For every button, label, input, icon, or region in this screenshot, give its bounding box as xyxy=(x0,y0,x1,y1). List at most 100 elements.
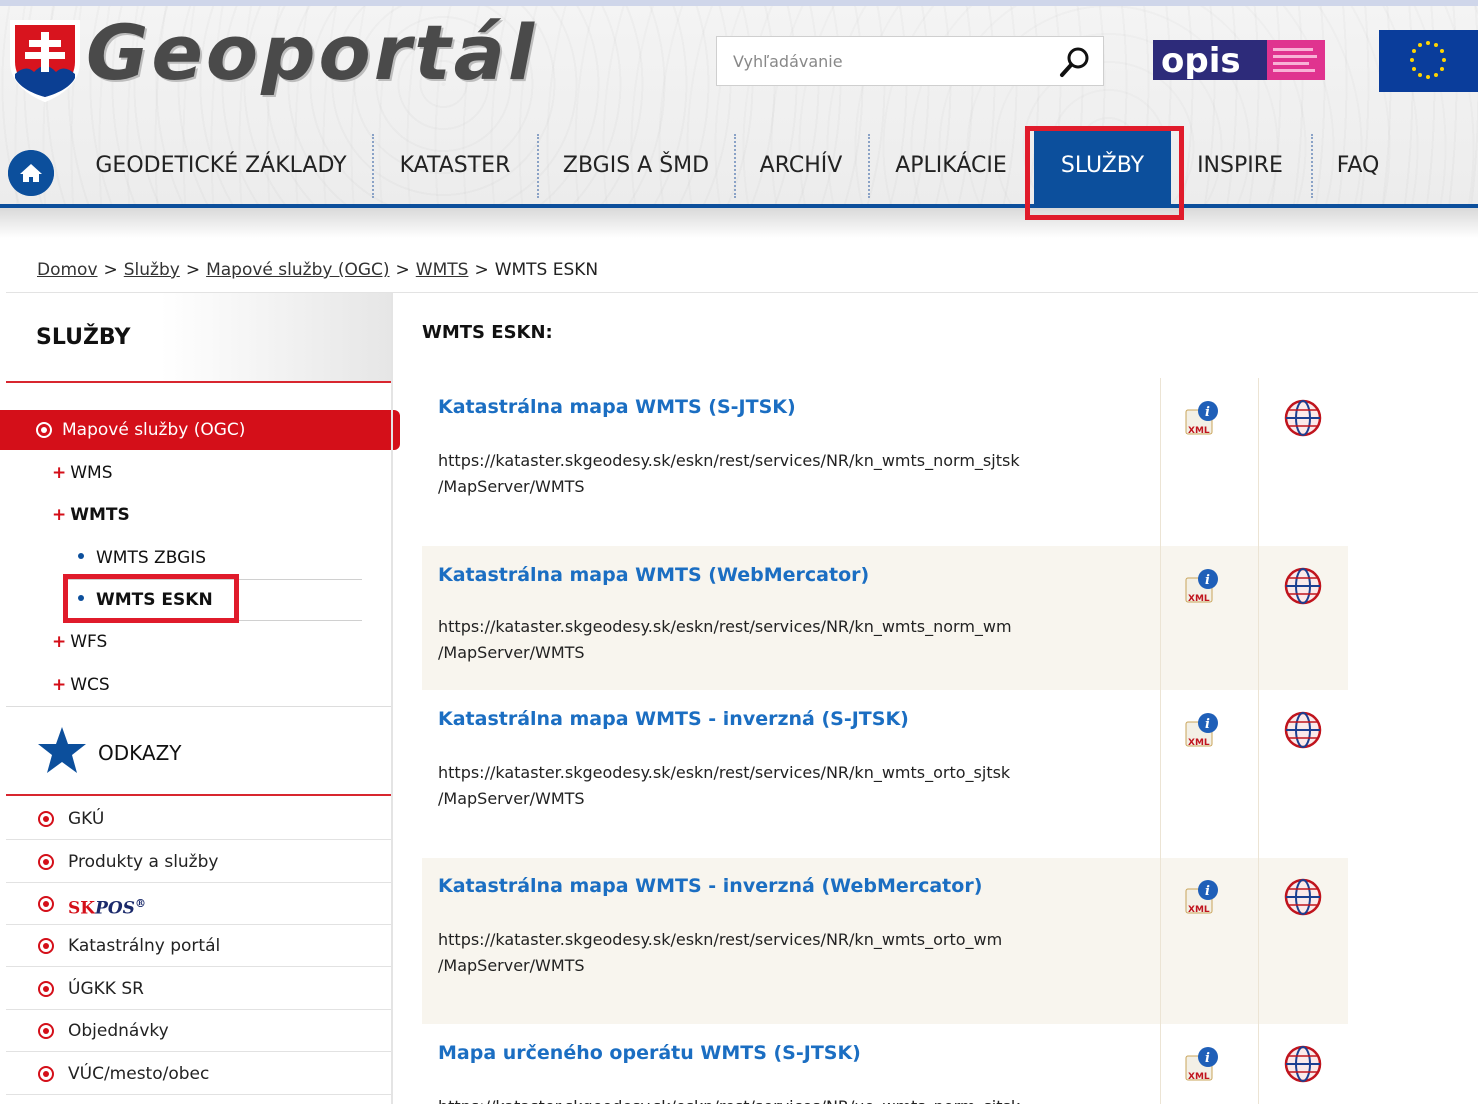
svg-text:XML: XML xyxy=(1188,738,1210,748)
sidebar-item-mapove-sluzby[interactable]: Mapové služby (OGC) xyxy=(0,410,400,450)
sidebar-item-wms[interactable]: + WMS xyxy=(52,463,113,483)
globe-icon[interactable] xyxy=(1283,710,1323,750)
service-url-line: https://kataster.skgeodesy.sk/eskn/rest/… xyxy=(438,763,1011,782)
service-url-line: /MapServer/WMTS xyxy=(438,956,585,975)
nav-item-inspire[interactable]: INSPIRE xyxy=(1176,126,1304,210)
search-input[interactable] xyxy=(717,37,1047,85)
column-divider xyxy=(1258,1024,1259,1104)
breadcrumb-separator: > xyxy=(395,260,410,280)
breadcrumb-link-wmts[interactable]: WMTS xyxy=(416,260,469,280)
service-url: https://kataster.skgeodesy.sk/eskn/rest/… xyxy=(438,448,1138,500)
sidebar-item-wfs[interactable]: + WFS xyxy=(52,632,107,652)
sidebar-item-label: WMS xyxy=(70,463,113,483)
plus-icon: + xyxy=(52,505,67,525)
xml-info-icon[interactable]: XML i xyxy=(1184,712,1220,748)
service-link[interactable]: Katastrálna mapa WMTS - inverzná (WebMer… xyxy=(438,875,982,897)
nav-item-zbgis-smd[interactable]: ZBGIS A ŠMD xyxy=(539,126,733,210)
opis-logo[interactable]: opis xyxy=(1153,40,1325,80)
column-divider xyxy=(1258,858,1259,1024)
svg-text:i: i xyxy=(1205,1051,1210,1066)
sidebar-item-wcs[interactable]: + WCS xyxy=(52,675,110,695)
svg-text:XML: XML xyxy=(1188,594,1210,604)
nav-item-sluzby[interactable]: SLUŽBY xyxy=(1034,126,1171,210)
sidebar-item-label: WMTS ESKN xyxy=(96,590,213,610)
sidebar-item-label: WFS xyxy=(70,632,108,652)
nav-item-geodeticke-zaklady[interactable]: GEODETICKÉ ZÁKLADY xyxy=(70,126,372,210)
sidebar-divider xyxy=(68,579,362,580)
service-link[interactable]: Katastrálna mapa WMTS (WebMercator) xyxy=(438,564,869,586)
search-icon[interactable] xyxy=(1057,44,1093,80)
plus-icon: + xyxy=(52,675,67,695)
sidebar-item-wmts-zbgis[interactable]: WMTS ZBGIS xyxy=(78,548,206,568)
svg-text:XML: XML xyxy=(1188,1072,1210,1082)
odkazy-header: ODKAZY xyxy=(6,706,392,796)
xml-info-icon[interactable]: XML i xyxy=(1184,879,1220,915)
sidebar-link-label: ÚGKK SR xyxy=(68,979,144,999)
dot-bullet-icon xyxy=(78,553,84,559)
breadcrumb-link-mapove-sluzby[interactable]: Mapové služby (OGC) xyxy=(206,260,389,280)
skpos-sk: SK xyxy=(68,898,96,919)
circle-bullet-icon xyxy=(38,896,54,912)
sidebar-link-produkty[interactable]: Produkty a služby xyxy=(6,841,392,883)
globe-icon[interactable] xyxy=(1283,1044,1323,1084)
breadcrumb-link-sluzby[interactable]: Služby xyxy=(124,260,180,280)
svg-text:XML: XML xyxy=(1188,905,1210,915)
odkazy-title: ODKAZY xyxy=(98,741,182,765)
xml-info-icon[interactable]: XML i xyxy=(1184,1046,1220,1082)
column-divider xyxy=(1160,858,1161,1024)
service-url-line: https://kataster.skgeodesy.sk/eskn/rest/… xyxy=(438,617,1012,636)
service-url: https://kataster.skgeodesy.sk/eskn/rest/… xyxy=(438,614,1138,666)
breadcrumb-link-domov[interactable]: Domov xyxy=(37,260,98,280)
sidebar-link-katastralny-portal[interactable]: Katastrálny portál xyxy=(6,925,392,967)
nav-item-archiv[interactable]: ARCHÍV xyxy=(736,126,866,210)
sidebar-link-label: VÚC/mesto/obec xyxy=(68,1064,210,1084)
service-link[interactable]: Katastrálna mapa WMTS (S-JTSK) xyxy=(438,396,796,418)
sidebar-link-ugkk-sr[interactable]: ÚGKK SR xyxy=(6,968,392,1010)
sidebar: SLUŽBY Mapové služby (OGC) + WMS + WMTS WM… xyxy=(0,293,400,1104)
sidebar-link-skpos[interactable]: SKPOS® xyxy=(6,883,392,925)
search-box xyxy=(716,36,1104,86)
column-divider xyxy=(1258,690,1259,858)
sidebar-link-objednavky[interactable]: Objednávky xyxy=(6,1010,392,1052)
service-url-line: https://kataster.skgeodesy.sk/eskn/rest/… xyxy=(438,930,1003,949)
plus-icon: + xyxy=(52,632,67,652)
breadcrumb-separator: > xyxy=(185,260,201,280)
sidebar-link-label: Produkty a služby xyxy=(68,852,219,872)
skpos-logo: SKPOS® xyxy=(68,883,146,930)
nav-item-kataster[interactable]: KATASTER xyxy=(374,126,536,210)
sidebar-title-underline xyxy=(6,381,392,383)
column-divider xyxy=(1160,690,1161,858)
star-icon xyxy=(38,727,86,773)
service-url: https://kataster.skgeodesy.sk/eskn/rest/… xyxy=(438,1094,1138,1104)
service-link[interactable]: Katastrálna mapa WMTS - inverzná (S-JTSK… xyxy=(438,708,909,730)
xml-info-icon[interactable]: XML i xyxy=(1184,568,1220,604)
globe-icon[interactable] xyxy=(1283,566,1323,606)
sidebar-item-wmts-eskn[interactable]: WMTS ESKN xyxy=(78,590,213,610)
breadcrumb-current: WMTS ESKN xyxy=(494,260,599,280)
home-icon[interactable] xyxy=(8,150,54,196)
geoportal-logo[interactable]: Geoportál xyxy=(4,8,564,102)
nav-item-faq[interactable]: FAQ xyxy=(1316,126,1400,210)
nav-shadow xyxy=(0,208,1478,238)
slovak-coat-of-arms-icon xyxy=(10,20,80,102)
sidebar-link-label: Objednávky xyxy=(68,1021,169,1041)
svg-text:i: i xyxy=(1205,405,1210,420)
sidebar-header: SLUŽBY xyxy=(6,293,392,383)
sidebar-link-vuc[interactable]: VÚC/mesto/obec xyxy=(6,1053,392,1095)
service-link[interactable]: Mapa určeného operátu WMTS (S-JTSK) xyxy=(438,1042,861,1064)
eu-flag-logo xyxy=(1379,30,1478,92)
circle-bullet-icon xyxy=(38,811,54,827)
plus-icon: + xyxy=(52,463,67,483)
sidebar-link-gku[interactable]: GKÚ xyxy=(6,798,392,840)
service-row: Katastrálna mapa WMTS - inverzná (S-JTSK… xyxy=(422,690,1348,858)
xml-info-icon[interactable]: XML i xyxy=(1184,400,1220,436)
nav-item-aplikacie[interactable]: APLIKÁCIE xyxy=(870,126,1032,210)
opis-logo-text: opis xyxy=(1161,41,1241,80)
breadcrumb-separator: > xyxy=(474,260,489,280)
sidebar-item-wmts[interactable]: + WMTS xyxy=(52,505,130,525)
service-row: Mapa určeného operátu WMTS (S-JTSK) http… xyxy=(422,1024,1348,1104)
globe-icon[interactable] xyxy=(1283,398,1323,438)
odkazy-underline xyxy=(6,794,392,796)
globe-icon[interactable] xyxy=(1283,877,1323,917)
header-top-bar xyxy=(0,0,1478,6)
